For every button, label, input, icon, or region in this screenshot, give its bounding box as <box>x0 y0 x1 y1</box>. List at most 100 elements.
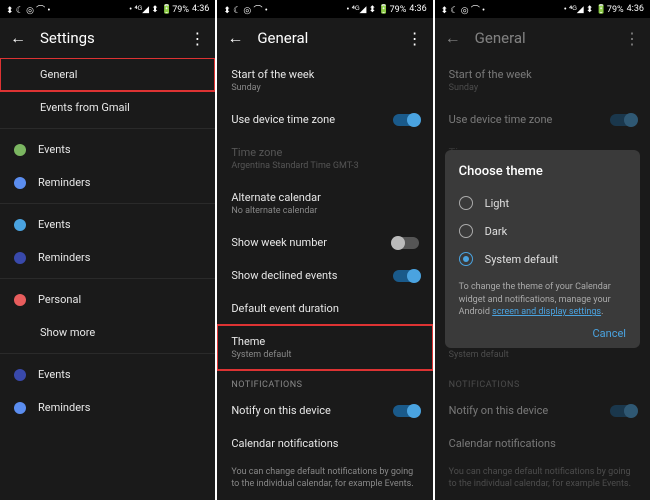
item-event-duration[interactable]: Default event duration <box>217 292 432 325</box>
divider <box>0 278 215 279</box>
item-declined-events[interactable]: Show declined events <box>217 259 432 292</box>
label: Calendar notifications <box>231 437 418 450</box>
status-bar: ⬍ ☾ ◎ ⌒ • • ⁴ᴳ◢ ⬍ 🔋79% 4:36 <box>217 0 432 18</box>
item-alternate-calendar[interactable]: Alternate calendar No alternate calendar <box>217 181 432 226</box>
dialog-title: Choose theme <box>459 164 626 179</box>
item-general[interactable]: General <box>0 58 215 91</box>
label: Use device time zone <box>449 113 598 126</box>
label: Events <box>38 143 201 156</box>
status-left-icons: ⬍ ☾ ◎ ⌒ • <box>223 3 267 16</box>
item-gmail[interactable]: Events from Gmail <box>0 91 215 124</box>
back-icon[interactable]: ← <box>445 28 461 48</box>
panel-general: ⬍ ☾ ◎ ⌒ • • ⁴ᴳ◢ ⬍ 🔋79% 4:36 ← General ⋮ … <box>217 0 432 500</box>
label: General <box>40 68 201 81</box>
notifications-footnote: You can change default notifications by … <box>217 460 432 496</box>
appbar-title: Settings <box>40 29 175 47</box>
item-events-account1[interactable]: Events <box>0 133 215 166</box>
sublabel: Sunday <box>231 83 418 93</box>
panel-theme-dialog: ⬍ ☾ ◎ ⌒ • • ⁴ᴳ◢ ⬍ 🔋79% 4:36 ← General ⋮ … <box>435 0 650 500</box>
more-icon[interactable]: ⋮ <box>189 29 205 48</box>
item-personal[interactable]: Personal <box>0 283 215 316</box>
item-notify-device: Notify on this device <box>435 394 650 427</box>
color-dot <box>14 369 26 381</box>
label: Show declined events <box>231 269 380 282</box>
general-list: Start of the week Sunday Use device time… <box>217 58 432 500</box>
panel-settings: ⬍ ☾ ◎ ⌒ • • ⁴ᴳ◢ ⬍ 🔋79% 4:36 ← Settings ⋮… <box>0 0 215 500</box>
item-week-number[interactable]: Show week number <box>217 226 432 259</box>
color-dot <box>14 402 26 414</box>
toggle-device-timezone[interactable] <box>393 114 419 126</box>
back-icon[interactable]: ← <box>10 28 26 48</box>
divider <box>0 128 215 129</box>
label: Reminders <box>38 251 201 264</box>
status-right-icons: • ⁴ᴳ◢ ⬍ 🔋79% <box>346 4 406 15</box>
toggle-device-timezone <box>610 114 636 126</box>
theme-dialog: Choose theme Light Dark System default T… <box>445 150 640 348</box>
option-system-default[interactable]: System default <box>459 245 626 273</box>
toggle-week-number[interactable] <box>393 237 419 249</box>
status-right-icons: • ⁴ᴳ◢ ⬍ 🔋79% <box>129 4 189 15</box>
radio-icon <box>459 252 473 266</box>
item-timezone: Time zone Argentina Standard Time GMT-3 <box>217 136 432 181</box>
item-start-week[interactable]: Start of the week Sunday <box>217 58 432 103</box>
screen-display-link[interactable]: screen and display settings <box>492 307 601 317</box>
status-right-icons: • ⁴ᴳ◢ ⬍ 🔋79% <box>564 4 624 15</box>
appbar-title: General <box>475 29 610 47</box>
settings-list: General Events from Gmail Events Reminde… <box>0 58 215 500</box>
section-notifications: NOTIFICATIONS <box>217 370 432 394</box>
status-time: 4:36 <box>192 4 209 14</box>
item-calendar-notifications[interactable]: Calendar notifications <box>217 427 432 460</box>
notifications-footnote: You can change default notifications by … <box>435 460 650 496</box>
color-dot <box>14 219 26 231</box>
item-device-timezone: Use device time zone <box>435 103 650 136</box>
more-icon[interactable]: ⋮ <box>407 29 423 48</box>
status-bar: ⬍ ☾ ◎ ⌒ • • ⁴ᴳ◢ ⬍ 🔋79% 4:36 <box>0 0 215 18</box>
label: Personal <box>38 293 201 306</box>
item-reminders-account3[interactable]: Reminders <box>0 391 215 424</box>
radio-icon <box>459 196 473 210</box>
item-reminders-account2[interactable]: Reminders <box>0 241 215 274</box>
color-dot <box>14 294 26 306</box>
option-dark[interactable]: Dark <box>459 217 626 245</box>
appbar: ← Settings ⋮ <box>0 18 215 58</box>
item-calendar-notifications: Calendar notifications <box>435 427 650 460</box>
sublabel: Sunday <box>449 83 636 93</box>
status-right: • ⁴ᴳ◢ ⬍ 🔋79% 4:36 <box>564 4 644 15</box>
item-show-more[interactable]: Show more <box>0 316 215 349</box>
label: Events <box>38 218 201 231</box>
color-dot <box>14 177 26 189</box>
toggle-notify-device[interactable] <box>393 405 419 417</box>
item-notify-device[interactable]: Notify on this device <box>217 394 432 427</box>
toggle-declined-events[interactable] <box>393 270 419 282</box>
label: Use device time zone <box>231 113 380 126</box>
item-events-account3[interactable]: Events <box>0 358 215 391</box>
status-bar: ⬍ ☾ ◎ ⌒ • • ⁴ᴳ◢ ⬍ 🔋79% 4:36 <box>435 0 650 18</box>
color-dot <box>14 252 26 264</box>
sublabel: System default <box>231 350 418 360</box>
color-dot <box>14 144 26 156</box>
appbar: ← General ⋮ <box>217 18 432 58</box>
sublabel: System default <box>449 350 636 360</box>
item-events-account2[interactable]: Events <box>0 208 215 241</box>
appbar-title: General <box>257 29 392 47</box>
section-notifications: NOTIFICATIONS <box>435 370 650 394</box>
back-icon[interactable]: ← <box>227 28 243 48</box>
more-icon[interactable]: ⋮ <box>624 29 640 48</box>
cancel-button[interactable]: Cancel <box>593 327 626 340</box>
item-start-week: Start of the week Sunday <box>435 58 650 103</box>
label: Default event duration <box>231 302 418 315</box>
item-device-timezone[interactable]: Use device time zone <box>217 103 432 136</box>
radio-icon <box>459 224 473 238</box>
item-theme[interactable]: Theme System default <box>217 325 432 370</box>
item-reminders-account1[interactable]: Reminders <box>0 166 215 199</box>
label: Theme <box>231 335 418 348</box>
label: Reminders <box>38 176 201 189</box>
label: Show more <box>40 326 201 339</box>
label: Start of the week <box>449 68 636 81</box>
label: Events <box>38 368 201 381</box>
status-left-icons: ⬍ ☾ ◎ ⌒ • <box>6 3 50 16</box>
appbar: ← General ⋮ <box>435 18 650 58</box>
option-light[interactable]: Light <box>459 189 626 217</box>
label: Notify on this device <box>449 404 598 417</box>
option-label: System default <box>485 253 558 266</box>
